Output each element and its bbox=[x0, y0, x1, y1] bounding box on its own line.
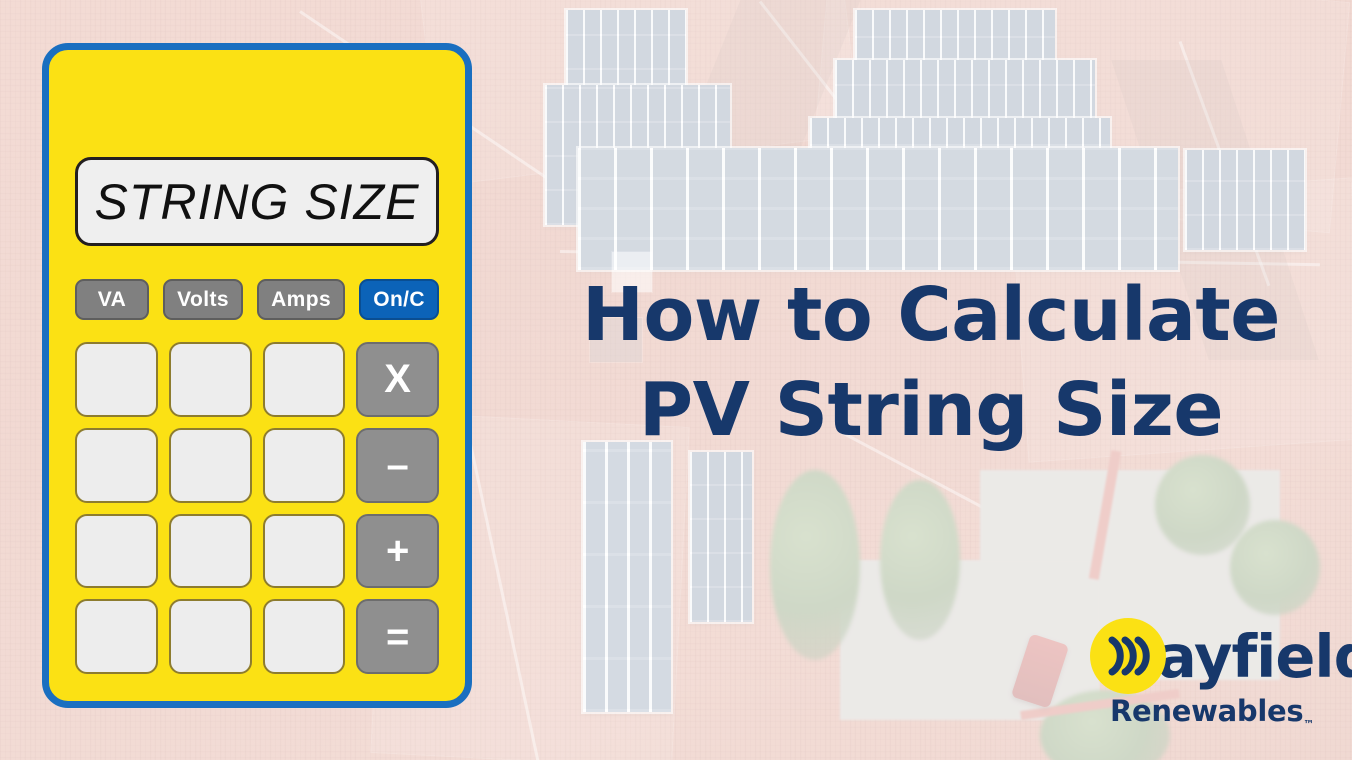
amps-button[interactable]: Amps bbox=[257, 279, 346, 320]
number-key[interactable] bbox=[262, 427, 346, 503]
logo-wordmark: ayfield bbox=[1157, 621, 1352, 691]
number-key[interactable] bbox=[75, 427, 158, 503]
calculator-graphic: STRING SIZE VA Volts Amps On/C X – + = bbox=[42, 43, 472, 708]
function-key-row: VA Volts Amps On/C bbox=[75, 279, 439, 320]
plus-key[interactable]: + bbox=[356, 513, 439, 589]
number-key[interactable] bbox=[262, 342, 346, 417]
number-key[interactable] bbox=[168, 599, 252, 674]
minus-key[interactable]: – bbox=[356, 427, 439, 503]
number-key[interactable] bbox=[262, 513, 346, 589]
brand-logo: ayfield Renewables™ bbox=[1090, 618, 1352, 736]
number-key[interactable] bbox=[75, 599, 158, 674]
logo-wordmark-row: ayfield bbox=[1090, 618, 1352, 694]
number-key[interactable] bbox=[75, 342, 158, 417]
calculator-keypad: X – + = bbox=[75, 342, 439, 674]
multiply-key[interactable]: X bbox=[356, 342, 439, 417]
logo-subtitle-text: Renewables bbox=[1109, 694, 1304, 728]
on-clear-button[interactable]: On/C bbox=[359, 279, 439, 320]
calculator-display: STRING SIZE bbox=[75, 157, 439, 246]
three-arcs-icon bbox=[1090, 618, 1166, 694]
display-value: STRING SIZE bbox=[94, 173, 420, 230]
number-key[interactable] bbox=[75, 513, 158, 589]
trademark-symbol: ™ bbox=[1303, 717, 1314, 731]
logo-subtitle: Renewables™ bbox=[1110, 694, 1314, 731]
title-line-1: How to Calculate bbox=[582, 272, 1280, 358]
number-key[interactable] bbox=[168, 513, 252, 589]
equals-key[interactable]: = bbox=[356, 599, 439, 674]
slide-canvas: STRING SIZE VA Volts Amps On/C X – + = H… bbox=[0, 0, 1352, 760]
number-key[interactable] bbox=[168, 427, 252, 503]
number-key[interactable] bbox=[262, 599, 346, 674]
volts-button[interactable]: Volts bbox=[163, 279, 243, 320]
va-button[interactable]: VA bbox=[75, 279, 149, 320]
number-key[interactable] bbox=[168, 342, 252, 417]
page-title: How to Calculate PV String Size bbox=[546, 268, 1316, 457]
title-line-2: PV String Size bbox=[638, 366, 1224, 453]
